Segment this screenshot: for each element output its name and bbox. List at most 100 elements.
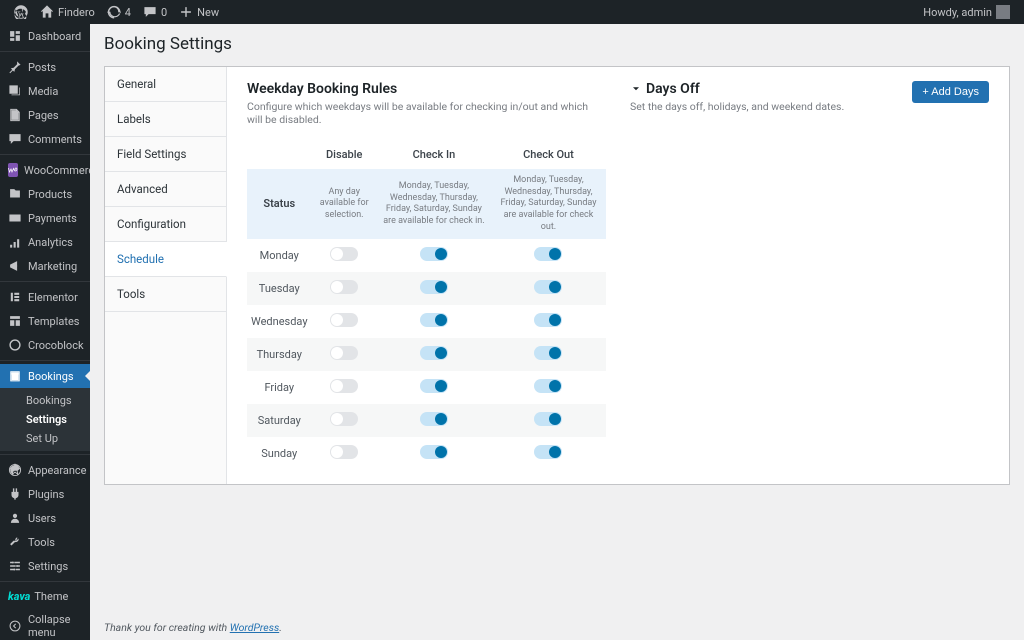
- sidebar-item-posts[interactable]: Posts: [0, 55, 90, 79]
- comments-link[interactable]: 0: [137, 0, 173, 24]
- users-icon: [8, 511, 22, 525]
- wordpress-link[interactable]: WordPress: [230, 621, 279, 634]
- toggle-checkout[interactable]: [534, 379, 562, 393]
- tab-configuration[interactable]: Configuration: [105, 207, 226, 242]
- chevron-down-icon: [630, 83, 642, 95]
- sidebar-item-label: Crocoblock: [28, 339, 84, 352]
- sidebar-item-label: Templates: [28, 315, 79, 328]
- sidebar-item-label: Payments: [28, 212, 77, 225]
- day-name: Tuesday: [247, 272, 312, 305]
- sidebar-item-tools[interactable]: Tools: [0, 530, 90, 554]
- sidebar-subitem-settings[interactable]: Settings: [0, 410, 90, 429]
- sidebar-subitem-bookings[interactable]: Bookings: [0, 391, 90, 410]
- tab-general[interactable]: General: [105, 67, 226, 102]
- updates-icon: [107, 5, 121, 19]
- column-header: Check Out: [491, 140, 606, 169]
- status-text: Monday, Tuesday, Wednesday, Thursday, Fr…: [377, 169, 491, 239]
- toggle-disable[interactable]: [330, 280, 358, 294]
- marketing-icon: [8, 259, 22, 273]
- sidebar-item-settings[interactable]: Settings: [0, 554, 90, 578]
- sidebar-item-pages[interactable]: Pages: [0, 103, 90, 127]
- comments-icon: [8, 132, 22, 146]
- sidebar-item-comments[interactable]: Comments: [0, 127, 90, 151]
- sidebar-item-elementor[interactable]: Elementor: [0, 285, 90, 309]
- sidebar-item-plugins[interactable]: Plugins: [0, 482, 90, 506]
- new-content-link[interactable]: New: [173, 0, 225, 24]
- status-label: Status: [247, 169, 312, 239]
- settings-panel: GeneralLabelsField SettingsAdvancedConfi…: [104, 66, 1010, 485]
- updates-link[interactable]: 4: [101, 0, 137, 24]
- column-header: Disable: [312, 140, 377, 169]
- toggle-checkout[interactable]: [534, 346, 562, 360]
- sidebar-item-label: Products: [28, 188, 72, 201]
- section-description: Set the days off, holidays, and weekend …: [630, 100, 844, 113]
- toggle-checkout[interactable]: [534, 412, 562, 426]
- theme-link[interactable]: kavaTheme: [0, 585, 90, 608]
- croco-icon: [8, 338, 22, 352]
- collapse-label: Collapse menu: [28, 613, 82, 639]
- settings-icon: [8, 559, 22, 573]
- sidebar-item-appearance[interactable]: Appearance: [0, 458, 90, 482]
- toggle-checkin[interactable]: [420, 247, 448, 261]
- account-link[interactable]: Howdy, admin: [917, 0, 1016, 24]
- sidebar-item-marketing[interactable]: Marketing: [0, 254, 90, 278]
- toggle-disable[interactable]: [330, 247, 358, 261]
- home-icon: [40, 5, 54, 19]
- bookings-icon: [8, 369, 22, 383]
- sidebar-item-label: Bookings: [28, 370, 74, 383]
- sidebar-item-media[interactable]: Media: [0, 79, 90, 103]
- site-home-link[interactable]: Findero: [34, 0, 101, 24]
- toggle-checkout[interactable]: [534, 247, 562, 261]
- tab-schedule[interactable]: Schedule: [105, 242, 227, 277]
- tab-tools[interactable]: Tools: [105, 277, 226, 312]
- tab-labels[interactable]: Labels: [105, 102, 226, 137]
- toggle-checkin[interactable]: [420, 346, 448, 360]
- sidebar-item-label: Elementor: [28, 291, 78, 304]
- payments-icon: [8, 211, 22, 225]
- toggle-disable[interactable]: [330, 346, 358, 360]
- toggle-disable[interactable]: [330, 445, 358, 459]
- sidebar-item-label: Dashboard: [28, 30, 81, 43]
- products-icon: [8, 187, 22, 201]
- sidebar-item-woocommerce[interactable]: WooCommerce: [0, 158, 90, 182]
- day-name: Monday: [247, 239, 312, 272]
- day-row-sunday: Sunday: [247, 437, 606, 470]
- day-row-wednesday: Wednesday: [247, 305, 606, 338]
- toggle-checkout[interactable]: [534, 445, 562, 459]
- sidebar-item-dashboard[interactable]: Dashboard: [0, 24, 90, 48]
- add-days-button[interactable]: + Add Days: [912, 81, 989, 103]
- wp-logo-link[interactable]: [8, 0, 34, 24]
- sidebar-item-label: Users: [28, 512, 56, 525]
- sidebar-subitem-set-up[interactable]: Set Up: [0, 429, 90, 448]
- weekday-rules-section: Weekday Booking Rules Configure which we…: [247, 81, 606, 470]
- toggle-checkout[interactable]: [534, 280, 562, 294]
- woocommerce-icon: [8, 163, 18, 177]
- sidebar-item-label: Pages: [28, 109, 59, 122]
- plugins-icon: [8, 487, 22, 501]
- toggle-disable[interactable]: [330, 379, 358, 393]
- toggle-disable[interactable]: [330, 313, 358, 327]
- tab-field-settings[interactable]: Field Settings: [105, 137, 226, 172]
- toggle-checkin[interactable]: [420, 280, 448, 294]
- sidebar-item-bookings[interactable]: Bookings: [0, 364, 90, 388]
- sidebar-item-templates[interactable]: Templates: [0, 309, 90, 333]
- toggle-checkin[interactable]: [420, 379, 448, 393]
- toggle-checkin[interactable]: [420, 412, 448, 426]
- toggle-disable[interactable]: [330, 412, 358, 426]
- status-text: Monday, Tuesday, Wednesday, Thursday, Fr…: [491, 169, 606, 239]
- toggle-checkout[interactable]: [534, 313, 562, 327]
- sidebar-item-label: Tools: [28, 536, 55, 549]
- day-row-saturday: Saturday: [247, 404, 606, 437]
- sidebar-item-label: Analytics: [28, 236, 73, 249]
- sidebar-item-products[interactable]: Products: [0, 182, 90, 206]
- sidebar-item-label: Appearance: [28, 464, 87, 477]
- toggle-checkin[interactable]: [420, 445, 448, 459]
- sidebar-item-crocoblock[interactable]: Crocoblock: [0, 333, 90, 357]
- toggle-checkin[interactable]: [420, 313, 448, 327]
- collapse-menu[interactable]: Collapse menu: [0, 608, 90, 640]
- tab-advanced[interactable]: Advanced: [105, 172, 226, 207]
- sidebar-item-analytics[interactable]: Analytics: [0, 230, 90, 254]
- sidebar-item-users[interactable]: Users: [0, 506, 90, 530]
- day-row-thursday: Thursday: [247, 338, 606, 371]
- sidebar-item-payments[interactable]: Payments: [0, 206, 90, 230]
